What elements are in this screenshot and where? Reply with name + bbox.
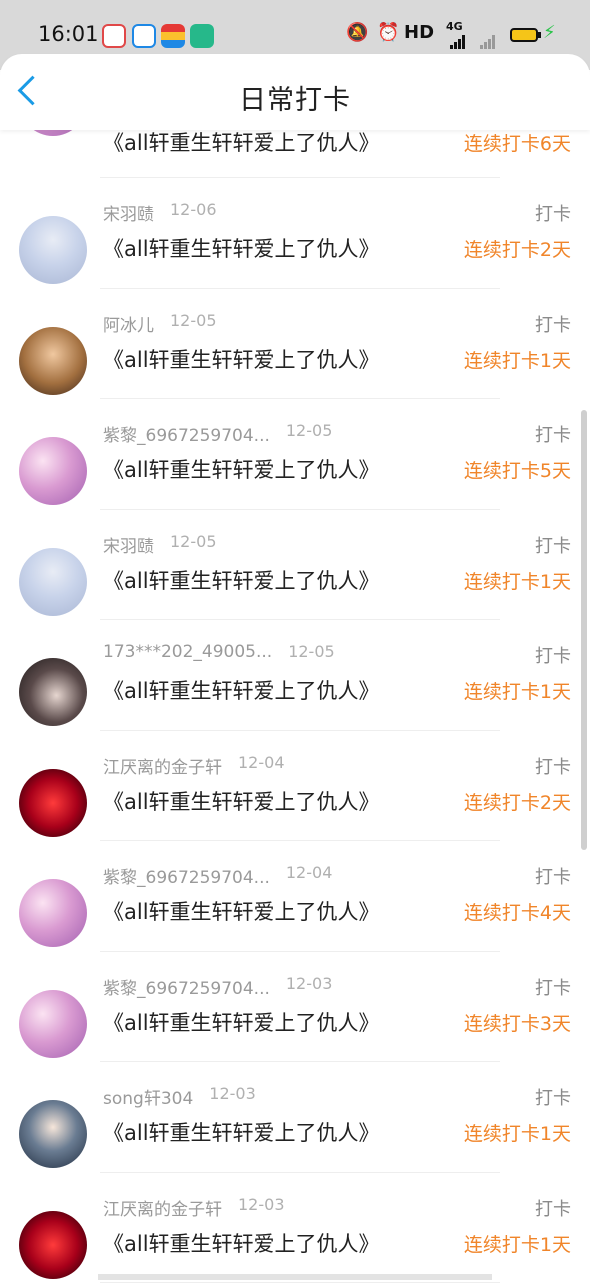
streak-label: 连续打卡4天 (464, 898, 571, 925)
book-title: 《all轩重生轩轩爱上了仇人》 (103, 1007, 380, 1037)
checkin-tag: 打卡 (535, 642, 571, 668)
list-item[interactable]: 宋羽赜 12-06 打卡《all轩重生轩轩爱上了仇人》 连续打卡2天 (0, 178, 590, 289)
browser-icon (132, 24, 156, 48)
list-item[interactable]: 紫黎_6967259704... 12-03 打卡《all轩重生轩轩爱上了仇人》 连续… (0, 952, 590, 1063)
checkin-date: 12-05 (170, 311, 217, 330)
streak-label: 连续打卡1天 (464, 1230, 571, 1257)
checkin-date: 12-05 (288, 642, 335, 661)
streak-label: 连续打卡6天 (464, 129, 571, 156)
book-title: 《all轩重生轩轩爱上了仇人》 (103, 454, 380, 484)
checkin-date: 12-05 (286, 421, 333, 440)
checkin-tag: 打卡 (535, 753, 571, 779)
page-title: 日常打卡 (0, 78, 590, 117)
signal-icon (450, 30, 466, 49)
avatar[interactable] (19, 437, 87, 505)
header-bar: 日常打卡 (0, 54, 590, 130)
battery-icon (510, 28, 538, 42)
checkin-date: 12-05 (170, 532, 217, 551)
book-title: 《all轩重生轩轩爱上了仇人》 (103, 565, 380, 595)
user-name[interactable]: 紫黎_6967259704... (103, 421, 270, 446)
checkin-tag: 打卡 (535, 532, 571, 558)
user-name[interactable]: 宋羽赜 (103, 532, 154, 557)
user-name[interactable]: 173***202_49005... (103, 642, 272, 662)
status-time: 16:01 (38, 22, 99, 46)
list-item[interactable]: 江厌离的金子轩 12-03 打卡《all轩重生轩轩爱上了仇人》 连续打卡1天 (0, 1173, 590, 1283)
user-name[interactable]: 江厌离的金子轩 (103, 753, 222, 778)
streak-label: 连续打卡1天 (464, 1119, 571, 1146)
mute-icon: 🔕 (346, 22, 368, 43)
alarm-icon: ⏰ (377, 22, 399, 43)
checkin-tag: 打卡 (535, 311, 571, 337)
checkin-tag: 打卡 (535, 974, 571, 1000)
list-item[interactable]: 阿冰儿 12-05 打卡《all轩重生轩轩爱上了仇人》 连续打卡1天 (0, 289, 590, 400)
book-title: 《all轩重生轩轩爱上了仇人》 (103, 675, 380, 705)
avatar[interactable] (19, 1211, 87, 1279)
checkin-tag: 打卡 (535, 1084, 571, 1110)
book-title: 《all轩重生轩轩爱上了仇人》 (103, 1117, 380, 1147)
user-name[interactable]: 阿冰儿 (103, 311, 154, 336)
streak-label: 连续打卡3天 (464, 1009, 571, 1036)
user-name[interactable]: 紫黎_6967259704... (103, 863, 270, 888)
list-item[interactable]: 江厌离的金子轩 12-04 打卡《all轩重生轩轩爱上了仇人》 连续打卡2天 (0, 731, 590, 842)
list-item[interactable]: 173***202_49005... 12-05 打卡《all轩重生轩轩爱上了仇人》… (0, 620, 590, 731)
checkin-tag: 打卡 (535, 200, 571, 226)
checkin-tag: 打卡 (535, 863, 571, 889)
list-item[interactable]: 紫黎_6967259704... 12-05 打卡《all轩重生轩轩爱上了仇人》 连续… (0, 399, 590, 510)
streak-label: 连续打卡1天 (464, 677, 571, 704)
streak-label: 连续打卡2天 (464, 235, 571, 262)
book-title: 《all轩重生轩轩爱上了仇人》 (103, 1228, 380, 1258)
streak-label: 连续打卡1天 (464, 567, 571, 594)
bottom-bar (98, 1274, 492, 1280)
avatar[interactable] (19, 879, 87, 947)
baidu-icon (102, 24, 126, 48)
book-title: 《all轩重生轩轩爱上了仇人》 (103, 127, 380, 157)
checkin-date: 12-06 (170, 200, 217, 219)
avatar[interactable] (19, 548, 87, 616)
book-title: 《all轩重生轩轩爱上了仇人》 (103, 786, 380, 816)
battery-tip (538, 32, 541, 38)
list-item[interactable]: 紫黎_6967259704... 12-04 打卡《all轩重生轩轩爱上了仇人》 连续… (0, 841, 590, 952)
signal-icon-2 (480, 30, 496, 49)
book-title: 《all轩重生轩轩爱上了仇人》 (103, 233, 380, 263)
avatar[interactable] (19, 327, 87, 395)
book-title: 《all轩重生轩轩爱上了仇人》 (103, 344, 380, 374)
checkin-tag: 打卡 (535, 1195, 571, 1221)
charging-icon: ⚡ (543, 22, 556, 43)
streak-label: 连续打卡2天 (464, 788, 571, 815)
checkin-tag: 打卡 (535, 421, 571, 447)
avatar[interactable] (19, 1100, 87, 1168)
scrollbar[interactable] (581, 410, 587, 850)
hd-label: HD (404, 22, 434, 43)
checkin-date: 12-03 (209, 1084, 256, 1103)
avatar[interactable] (19, 658, 87, 726)
user-name[interactable]: 江厌离的金子轩 (103, 1195, 222, 1220)
checkin-date: 12-03 (238, 1195, 285, 1214)
user-name[interactable]: 紫黎_6967259704... (103, 974, 270, 999)
checkin-date: 12-03 (286, 974, 333, 993)
user-name[interactable]: song轩304 (103, 1084, 193, 1109)
avatar[interactable] (19, 769, 87, 837)
streak-label: 连续打卡1天 (464, 346, 571, 373)
book-title: 《all轩重生轩轩爱上了仇人》 (103, 896, 380, 926)
green-app-icon (190, 24, 214, 48)
stack-icon (161, 24, 185, 48)
avatar[interactable] (19, 990, 87, 1058)
list-item[interactable]: song轩304 12-03 打卡《all轩重生轩轩爱上了仇人》 连续打卡1天 (0, 1062, 590, 1173)
streak-label: 连续打卡5天 (464, 456, 571, 483)
avatar[interactable] (19, 216, 87, 284)
checkin-date: 12-04 (286, 863, 333, 882)
user-name[interactable]: 宋羽赜 (103, 200, 154, 225)
checkin-date: 12-04 (238, 753, 285, 772)
checkin-list: 《all轩重生轩轩爱上了仇人》连续打卡6天宋羽赜12-06打卡《all轩重生轩轩… (0, 80, 590, 1283)
list-item[interactable]: 宋羽赜 12-05 打卡《all轩重生轩轩爱上了仇人》 连续打卡1天 (0, 510, 590, 621)
